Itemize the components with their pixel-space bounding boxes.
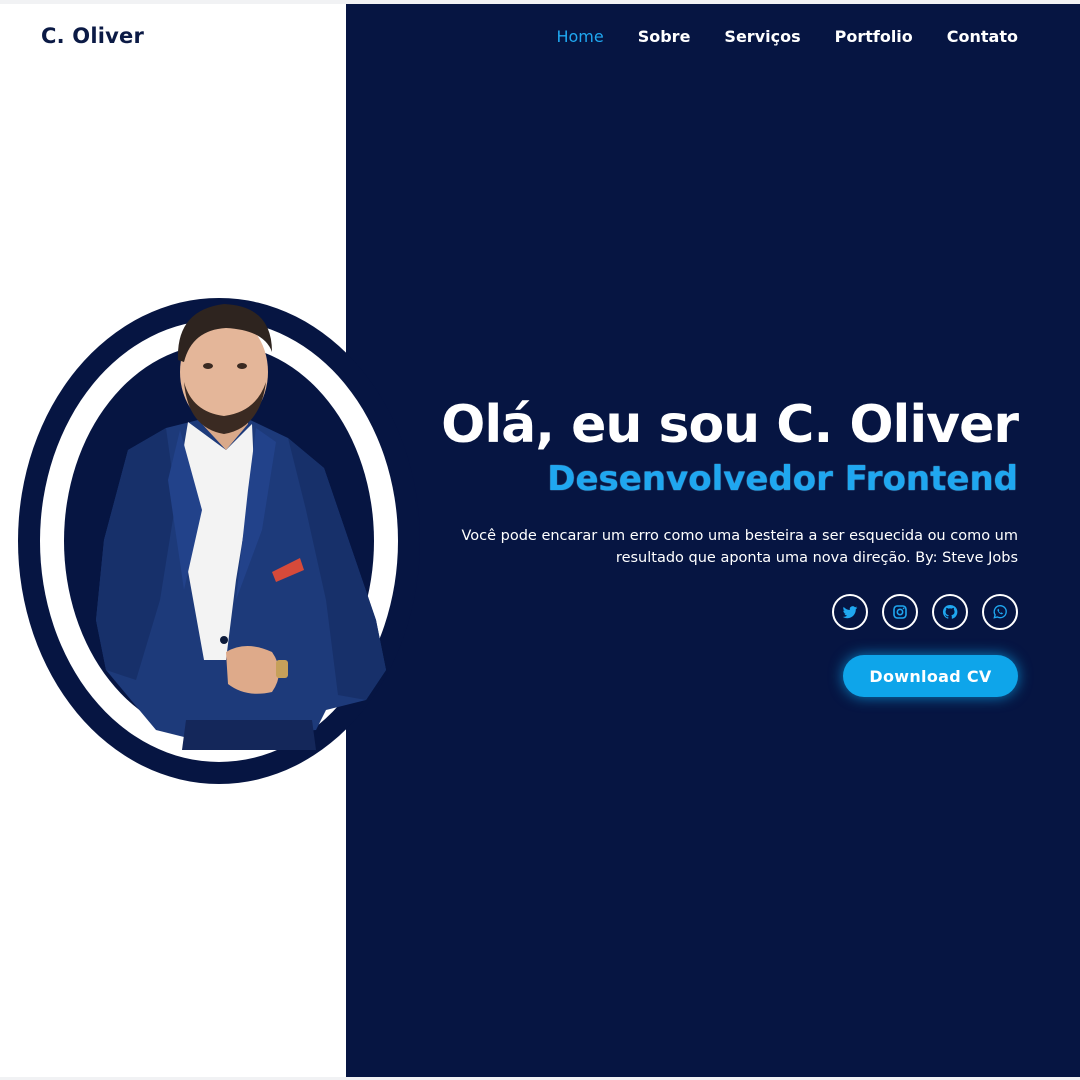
nav-home[interactable]: Home <box>556 27 603 46</box>
twitter-link[interactable] <box>832 594 868 630</box>
nav-portfolio[interactable]: Portfolio <box>835 27 913 46</box>
person-photo <box>96 304 386 750</box>
hero-quote: Você pode encarar um erro como uma beste… <box>461 528 1018 566</box>
twitter-icon <box>842 606 858 619</box>
site-logo[interactable]: C. Oliver <box>41 24 144 48</box>
github-link[interactable] <box>932 594 968 630</box>
github-icon <box>942 604 958 619</box>
profile-portrait <box>18 298 420 784</box>
nav-sobre[interactable]: Sobre <box>638 27 691 46</box>
hero-title: Olá, eu sou C. Oliver <box>441 395 1019 455</box>
main-nav: Home Sobre Serviços Portfolio Contato <box>556 27 1018 46</box>
hero-subtitle: Desenvolvedor Frontend <box>547 459 1018 499</box>
social-links <box>832 594 1018 630</box>
instagram-icon <box>893 605 907 619</box>
whatsapp-link[interactable] <box>982 594 1018 630</box>
instagram-link[interactable] <box>882 594 918 630</box>
page: C. Oliver Home Sobre Serviços Portfolio … <box>0 0 1080 1080</box>
download-cv-button[interactable]: Download CV <box>843 655 1018 697</box>
hero-section: Olá, eu sou C. Oliver Desenvolvedor Fron… <box>398 393 1019 569</box>
nav-servicos[interactable]: Serviços <box>724 27 800 46</box>
whatsapp-icon <box>993 605 1007 619</box>
nav-contato[interactable]: Contato <box>947 27 1018 46</box>
